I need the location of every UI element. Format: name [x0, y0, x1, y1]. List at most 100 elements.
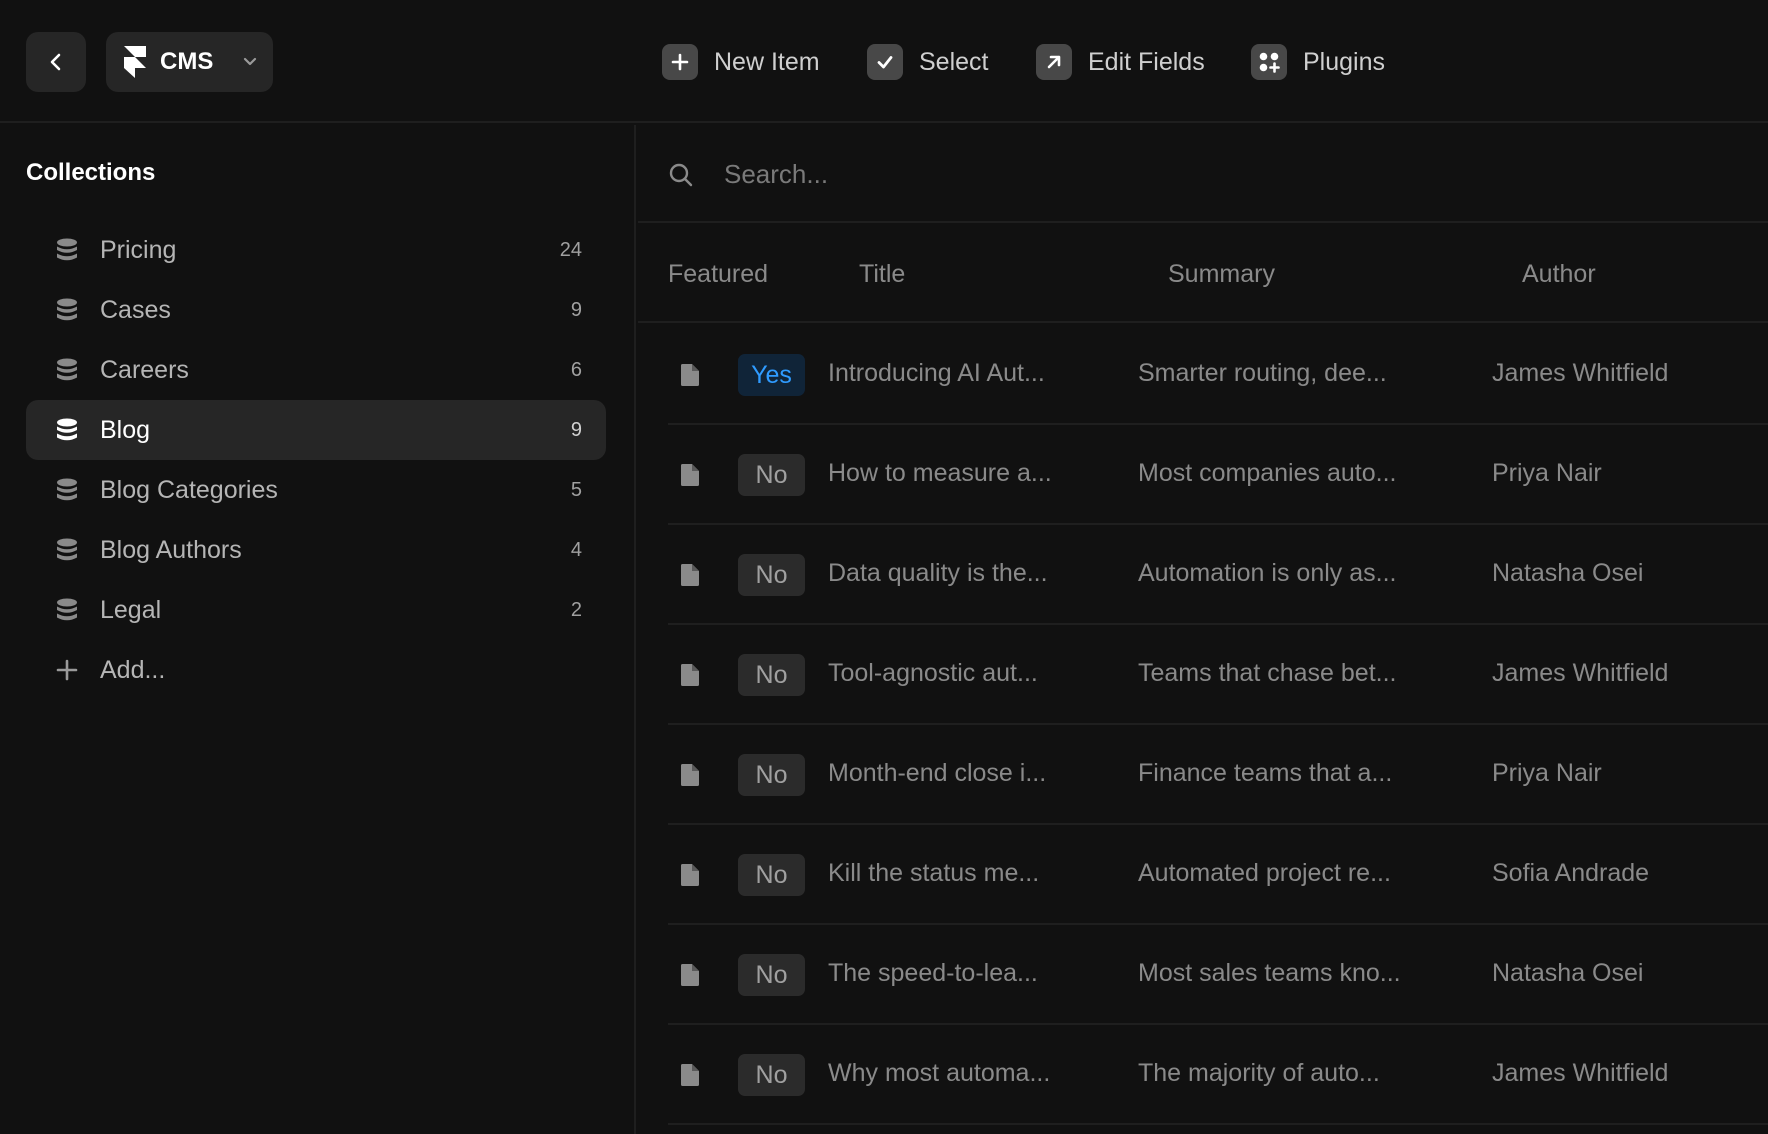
cell-summary: Most sales teams kno... — [1138, 959, 1401, 987]
cell-title: Introducing AI Aut... — [828, 359, 1045, 387]
table-row[interactable]: Yes Introducing AI Aut... Smarter routin… — [668, 325, 1768, 425]
top-toolbar: CMS New Item Select Edit Fields Plugins — [0, 0, 1768, 123]
sidebar-item-legal[interactable]: Legal 2 — [26, 580, 606, 640]
cell-summary: Smarter routing, dee... — [1138, 359, 1387, 387]
cell-summary: Automated project re... — [1138, 859, 1391, 887]
sidebar-item-blog-categories[interactable]: Blog Categories 5 — [26, 460, 606, 520]
plugins-button[interactable]: Plugins — [1251, 44, 1385, 80]
sidebar-item-label: Careers — [100, 356, 189, 384]
cell-title: How to measure a... — [828, 459, 1052, 487]
document-icon — [681, 664, 699, 686]
plugins-label: Plugins — [1303, 47, 1385, 76]
new-item-button[interactable]: New Item — [662, 44, 820, 80]
framer-logo-icon — [124, 46, 146, 78]
cell-author: Priya Nair — [1492, 459, 1602, 487]
sidebar-item-label: Pricing — [100, 236, 177, 264]
sidebar-item-count: 5 — [570, 479, 582, 501]
document-icon — [681, 964, 699, 986]
cell-title: Month-end close i... — [828, 759, 1047, 787]
featured-badge: No — [738, 554, 805, 596]
new-item-label: New Item — [714, 47, 820, 76]
sidebar-item-count: 9 — [570, 299, 582, 321]
cell-author: James Whitfield — [1492, 659, 1669, 687]
column-header-title[interactable]: Title — [859, 260, 905, 289]
chevron-down-icon — [243, 57, 257, 66]
plus-icon — [662, 44, 698, 80]
sidebar-item-careers[interactable]: Careers 6 — [26, 340, 606, 400]
back-button[interactable] — [26, 32, 86, 92]
cell-author: Priya Nair — [1492, 759, 1602, 787]
sidebar-item-count: 6 — [570, 359, 582, 381]
select-label: Select — [919, 47, 989, 76]
cell-author: James Whitfield — [1492, 1059, 1669, 1087]
table-row[interactable]: No How to measure a... Most companies au… — [668, 425, 1768, 525]
cell-author: James Whitfield — [1492, 359, 1669, 387]
add-collection-button[interactable]: Add... — [26, 640, 606, 700]
cell-author: Natasha Osei — [1492, 959, 1644, 987]
cell-title: Data quality is the... — [828, 559, 1048, 587]
sidebar-item-blog-authors[interactable]: Blog Authors 4 — [26, 520, 606, 580]
table-header: Featured Title Summary Author — [638, 225, 1768, 323]
sidebar-item-count: 9 — [570, 419, 582, 441]
sidebar-item-count: 24 — [559, 239, 582, 261]
cell-title: The speed-to-lea... — [828, 959, 1038, 987]
cell-summary: Finance teams that a... — [1138, 759, 1393, 787]
plus-icon — [56, 659, 78, 681]
column-header-summary[interactable]: Summary — [1168, 260, 1275, 289]
search-bar — [638, 125, 1768, 223]
document-icon — [681, 1064, 699, 1086]
document-icon — [681, 364, 699, 386]
table-row[interactable]: No Tool-agnostic aut... Teams that chase… — [668, 625, 1768, 725]
database-icon — [57, 238, 77, 261]
collections-sidebar: Collections Pricing 24 Cases 9 Careers 6… — [0, 125, 636, 1134]
arrow-up-right-icon — [1036, 44, 1072, 80]
edit-fields-label: Edit Fields — [1088, 47, 1205, 76]
database-icon — [57, 538, 77, 561]
featured-badge: No — [738, 1054, 805, 1096]
database-icon — [57, 418, 77, 441]
cell-author: Sofia Andrade — [1492, 859, 1650, 887]
table-row[interactable]: No Month-end close i... Finance teams th… — [668, 725, 1768, 825]
cell-title: Kill the status me... — [828, 859, 1040, 887]
document-icon — [681, 764, 699, 786]
cms-app: CMS New Item Select Edit Fields Plugins … — [0, 0, 1768, 1134]
cell-title: Why most automa... — [828, 1059, 1051, 1087]
cms-switcher[interactable]: CMS — [106, 32, 273, 92]
document-icon — [681, 564, 699, 586]
column-header-author[interactable]: Author — [1522, 260, 1596, 289]
search-icon — [669, 163, 693, 187]
sidebar-item-pricing[interactable]: Pricing 24 — [26, 220, 606, 280]
table-row[interactable]: No Why most automa... The majority of au… — [668, 1025, 1768, 1125]
search-input[interactable] — [724, 151, 1624, 197]
sidebar-item-label: Blog Authors — [100, 536, 242, 564]
sidebar-item-count: 4 — [570, 539, 582, 561]
select-button[interactable]: Select — [867, 44, 988, 80]
main-panel: Featured Title Summary Author Yes Introd… — [638, 125, 1768, 1134]
featured-badge: No — [738, 654, 805, 696]
collections-heading: Collections — [26, 159, 156, 186]
cell-author: Natasha Osei — [1492, 559, 1644, 587]
table-row[interactable]: No Kill the status me... Automated proje… — [668, 825, 1768, 925]
sidebar-item-label: Blog — [100, 416, 151, 444]
cms-label: CMS — [160, 48, 214, 75]
column-header-featured[interactable]: Featured — [668, 260, 768, 289]
cell-summary: Automation is only as... — [1138, 559, 1397, 587]
sidebar-item-blog[interactable]: Blog 9 — [26, 400, 606, 460]
sidebar-item-label: Cases — [100, 296, 171, 324]
edit-fields-button[interactable]: Edit Fields — [1036, 44, 1205, 80]
table-row[interactable]: No The speed-to-lea... Most sales teams … — [668, 925, 1768, 1025]
add-collection-label: Add... — [100, 656, 166, 684]
sidebar-item-label: Blog Categories — [100, 476, 278, 504]
chevron-left-icon — [50, 53, 61, 71]
database-icon — [57, 298, 77, 321]
sidebar-item-count: 2 — [570, 599, 582, 621]
sidebar-item-label: Legal — [100, 596, 162, 624]
cell-summary: The majority of auto... — [1138, 1059, 1380, 1087]
database-icon — [57, 598, 77, 621]
sidebar-item-cases[interactable]: Cases 9 — [26, 280, 606, 340]
database-icon — [57, 358, 77, 381]
document-icon — [681, 864, 699, 886]
featured-badge: No — [738, 454, 805, 496]
cell-summary: Most companies auto... — [1138, 459, 1397, 487]
table-row[interactable]: No Data quality is the... Automation is … — [668, 525, 1768, 625]
